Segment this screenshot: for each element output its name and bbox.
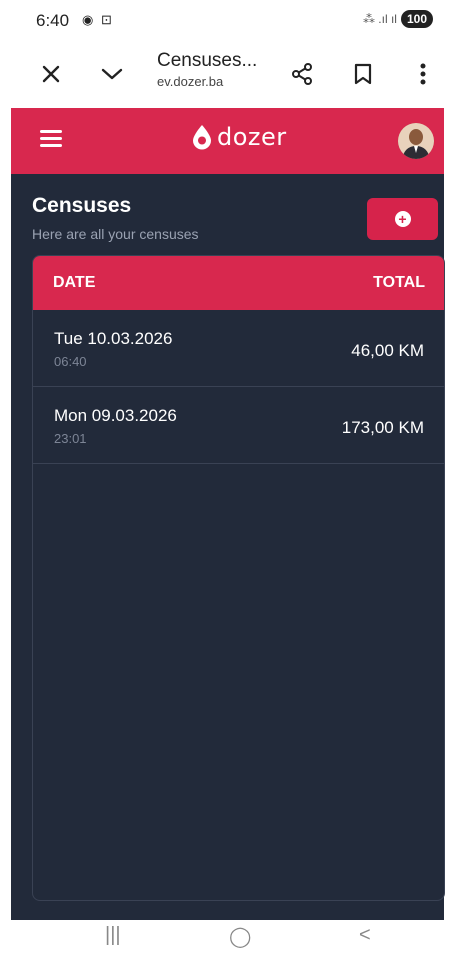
more-options-icon[interactable] xyxy=(403,54,443,94)
row-total: 173,00 KM xyxy=(341,418,424,437)
table-row[interactable]: Mon 09.03.2026 23:01 173,00 KM xyxy=(33,387,444,464)
plus-circle-icon: + xyxy=(394,211,411,227)
censuses-table: DATE TOTAL Tue 10.03.2026 06:40 46,00 KM… xyxy=(32,255,445,901)
column-header-date: DATE xyxy=(53,274,96,291)
table-header: DATE TOTAL xyxy=(33,256,444,310)
table-row[interactable]: Tue 10.03.2026 06:40 46,00 KM xyxy=(33,310,444,387)
column-header-total: TOTAL xyxy=(373,274,425,291)
drop-icon xyxy=(193,125,211,150)
notification-icons: ◉ ⊡ xyxy=(82,12,114,27)
user-avatar[interactable] xyxy=(398,123,434,159)
row-total: 46,00 KM xyxy=(351,341,424,360)
recents-button[interactable]: ||| xyxy=(105,924,121,947)
chevron-down-icon[interactable] xyxy=(92,54,132,94)
bookmark-icon[interactable] xyxy=(343,54,383,94)
browser-title-block[interactable]: Censuses... ev.dozer.ba xyxy=(157,50,277,89)
battery-icon: 100 xyxy=(400,10,433,28)
system-nav-bar: ||| ◯ < xyxy=(0,920,455,959)
add-census-button[interactable]: + xyxy=(367,198,438,240)
row-date: Mon 09.03.2026 xyxy=(54,406,177,425)
signal-icon: ⁂ .ıl ıl xyxy=(362,12,397,26)
page-tab-title: Censuses... xyxy=(157,50,258,71)
row-time: 06:40 xyxy=(54,354,87,369)
status-right: ⁂ .ıl ıl 100 xyxy=(363,10,433,28)
app-header: dozer xyxy=(11,108,444,174)
share-icon[interactable] xyxy=(282,54,322,94)
main-content: Censuses Here are all your censuses + DA… xyxy=(11,174,445,920)
url-text: ev.dozer.ba xyxy=(157,74,224,89)
status-time: 6:40 xyxy=(36,11,70,30)
status-bar: 6:40 ◉ ⊡ ⁂ .ıl ıl 100 xyxy=(0,0,455,40)
row-time: 23:01 xyxy=(54,431,87,446)
back-button[interactable]: < xyxy=(359,924,371,947)
row-date: Tue 10.03.2026 xyxy=(54,329,173,348)
close-icon[interactable] xyxy=(31,54,71,94)
home-button[interactable]: ◯ xyxy=(229,924,251,949)
page-title: Censuses xyxy=(32,194,132,217)
browser-toolbar: Censuses... ev.dozer.ba xyxy=(0,40,455,108)
dozer-logo[interactable]: dozer xyxy=(191,123,287,151)
menu-icon[interactable] xyxy=(40,130,62,148)
logo-text: dozer xyxy=(217,123,287,151)
page-subtitle: Here are all your censuses xyxy=(32,226,199,242)
